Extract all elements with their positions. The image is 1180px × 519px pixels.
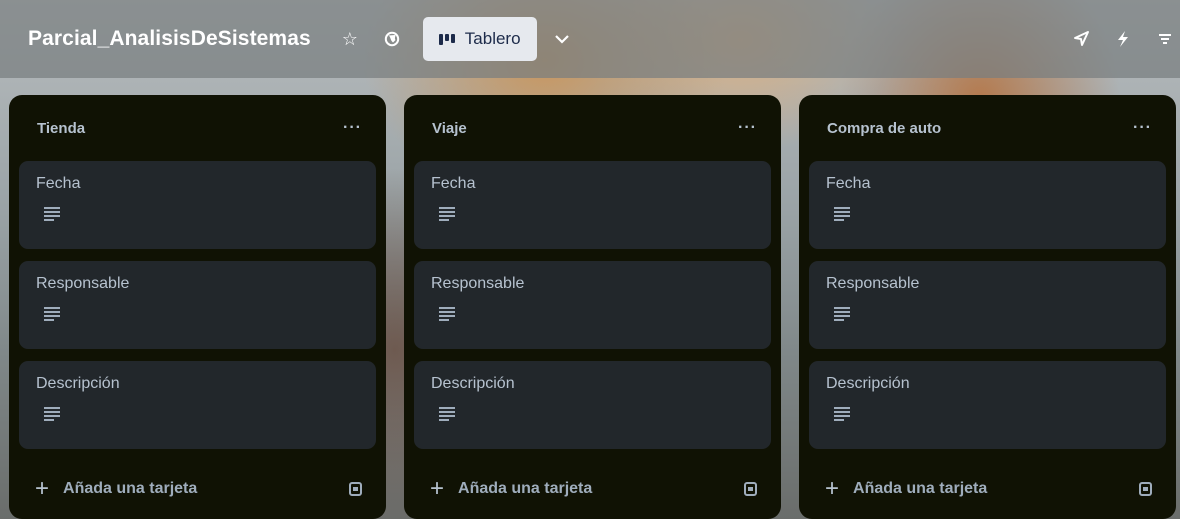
list-menu-button[interactable]: ··· (738, 119, 757, 137)
board-lists: Tienda ··· Fecha Responsable Descripción… (9, 95, 1176, 519)
description-icon (439, 207, 455, 221)
plus-icon: + (430, 475, 445, 502)
card-title: Fecha (826, 175, 871, 192)
description-icon (834, 307, 850, 321)
description-icon (44, 407, 60, 421)
list-title[interactable]: Compra de auto (827, 120, 941, 137)
rocket-icon[interactable] (1066, 24, 1096, 54)
board-view-label: Tablero (464, 29, 521, 48)
card-title: Responsable (826, 275, 920, 292)
card[interactable]: Descripción (414, 361, 771, 449)
card-title: Responsable (431, 275, 525, 292)
description-icon (44, 307, 60, 321)
list-title[interactable]: Tienda (37, 120, 85, 137)
card-template-icon[interactable] (349, 482, 362, 496)
list-footer: + Añada una tarjeta (414, 473, 771, 505)
card[interactable]: Fecha (19, 161, 376, 249)
add-card-button[interactable]: + Añada una tarjeta (825, 477, 987, 501)
plus-icon: + (35, 475, 50, 502)
card-title: Fecha (36, 175, 81, 192)
board-title[interactable]: Parcial_AnalisisDeSistemas (28, 27, 311, 51)
card-title: Fecha (431, 175, 476, 192)
card-title: Descripción (826, 375, 910, 392)
list-header: Compra de auto ··· (809, 95, 1166, 161)
board-view-button[interactable]: Tablero (422, 17, 537, 61)
description-icon (439, 307, 455, 321)
list-footer: + Añada una tarjeta (19, 473, 376, 505)
list-menu-button[interactable]: ··· (1133, 119, 1152, 137)
card-title: Descripción (36, 375, 120, 392)
card[interactable]: Responsable (809, 261, 1166, 349)
plus-icon: + (825, 475, 840, 502)
list-viaje[interactable]: Viaje ··· Fecha Responsable Descripción … (404, 95, 781, 519)
chevron-down-icon[interactable] (547, 24, 577, 54)
card-template-icon[interactable] (1139, 482, 1152, 496)
card[interactable]: Responsable (19, 261, 376, 349)
add-card-label: Añada una tarjeta (853, 480, 988, 497)
list-header: Viaje ··· (414, 95, 771, 161)
list-tienda[interactable]: Tienda ··· Fecha Responsable Descripción… (9, 95, 386, 519)
add-card-label: Añada una tarjeta (63, 480, 198, 497)
card[interactable]: Fecha (414, 161, 771, 249)
globe-icon[interactable] (377, 24, 407, 54)
card[interactable]: Descripción (19, 361, 376, 449)
lightning-icon[interactable] (1108, 24, 1138, 54)
description-icon (439, 407, 455, 421)
card[interactable]: Responsable (414, 261, 771, 349)
board-header: Parcial_AnalisisDeSistemas ☆ Tablero (0, 0, 1180, 78)
header-actions (1066, 24, 1180, 54)
list-header: Tienda ··· (19, 95, 376, 161)
card[interactable]: Fecha (809, 161, 1166, 249)
add-card-button[interactable]: + Añada una tarjeta (430, 477, 592, 501)
card[interactable]: Descripción (809, 361, 1166, 449)
add-card-button[interactable]: + Añada una tarjeta (35, 477, 197, 501)
board-view-icon (438, 33, 455, 45)
add-card-label: Añada una tarjeta (458, 480, 593, 497)
list-compra-de-auto[interactable]: Compra de auto ··· Fecha Responsable Des… (799, 95, 1176, 519)
list-menu-button[interactable]: ··· (343, 119, 362, 137)
card-title: Descripción (431, 375, 515, 392)
filter-icon[interactable] (1150, 24, 1180, 54)
list-title[interactable]: Viaje (432, 120, 467, 137)
star-icon[interactable]: ☆ (335, 24, 365, 54)
description-icon (44, 207, 60, 221)
card-title: Responsable (36, 275, 130, 292)
description-icon (834, 407, 850, 421)
list-footer: + Añada una tarjeta (809, 473, 1166, 505)
description-icon (834, 207, 850, 221)
card-template-icon[interactable] (744, 482, 757, 496)
